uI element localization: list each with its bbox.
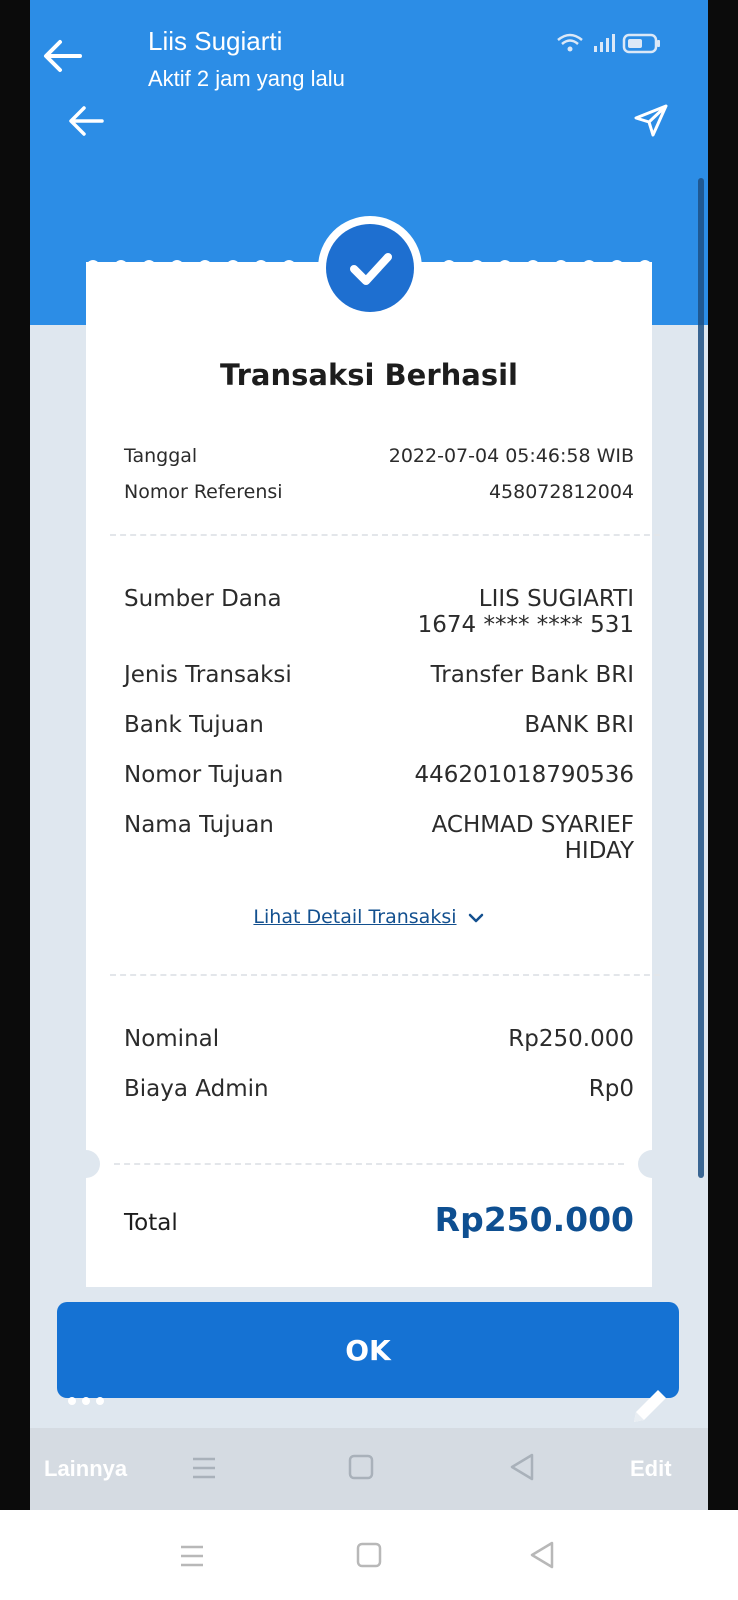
date-row: Tanggal 2022-07-04 05:46:58 WIB: [124, 445, 634, 467]
bank-value: BANK BRI: [524, 712, 634, 738]
source-value: LIIS SUGIARTI 1674 **** **** 531: [418, 586, 634, 638]
recipient-name-line1: ACHMAD SYARIEF: [431, 812, 634, 838]
card-notch: [72, 1150, 100, 1178]
reference-label: Nomor Referensi: [124, 481, 283, 503]
admin-fee-value: Rp0: [588, 1076, 634, 1102]
back-arrow-icon[interactable]: [66, 102, 106, 140]
date-label: Tanggal: [124, 445, 198, 467]
recipient-name-line2: HIDAY: [564, 838, 634, 864]
receipt-title: Transaksi Berhasil: [220, 358, 518, 392]
admin-fee-label: Biaya Admin: [124, 1076, 269, 1102]
source-row: Sumber Dana LIIS SUGIARTI 1674 **** ****…: [124, 586, 634, 638]
pencil-icon[interactable]: [626, 1384, 672, 1430]
home-icon[interactable]: [356, 1542, 382, 1568]
wifi-icon: [557, 33, 583, 52]
source-account: 1674 **** **** 531: [417, 612, 634, 638]
divider: [110, 534, 660, 536]
recipient-value: ACHMAD SYARIEF HIDAY: [432, 812, 634, 864]
scrollbar[interactable]: [698, 178, 704, 1178]
detail-link-label[interactable]: Lihat Detail Transaksi: [253, 906, 456, 928]
menu-icon[interactable]: [190, 1454, 218, 1482]
divider: [114, 1163, 624, 1165]
source-name: LIIS SUGIARTI: [478, 586, 634, 612]
home-icon[interactable]: [348, 1454, 374, 1480]
signal-icon: [594, 34, 615, 52]
reference-row: Nomor Referensi 458072812004: [124, 481, 634, 503]
back-triangle-icon[interactable]: [528, 1540, 556, 1570]
nominal-value: Rp250.000: [508, 1026, 634, 1052]
contact-name: Liis Sugiarti: [148, 26, 283, 56]
divider: [110, 974, 660, 976]
total-label: Total: [124, 1210, 178, 1236]
card-notch: [638, 1150, 666, 1178]
menu-icon[interactable]: [178, 1542, 206, 1570]
nominal-row: Nominal Rp250.000: [124, 1026, 634, 1052]
check-icon: [350, 253, 392, 285]
type-label: Jenis Transaksi: [124, 662, 292, 688]
battery-icon: [622, 33, 660, 54]
bank-row: Bank Tujuan BANK BRI: [124, 712, 634, 738]
edit-button[interactable]: Edit: [630, 1456, 672, 1482]
account-number-label: Nomor Tujuan: [124, 762, 284, 788]
date-value: 2022-07-04 05:46:58 WIB: [388, 445, 634, 467]
type-value: Transfer Bank BRI: [430, 662, 634, 688]
bank-label: Bank Tujuan: [124, 712, 264, 738]
nominal-label: Nominal: [124, 1026, 220, 1052]
recipient-row: Nama Tujuan ACHMAD SYARIEF HIDAY: [124, 812, 634, 864]
more-button[interactable]: Lainnya: [44, 1456, 127, 1482]
back-arrow-icon[interactable]: [40, 36, 84, 76]
more-dots-icon[interactable]: [66, 1392, 110, 1410]
account-number-row: Nomor Tujuan 446201018790536: [124, 762, 634, 788]
status-bar-icons: [557, 33, 660, 54]
success-badge-inner: [326, 224, 414, 312]
contact-status: Aktif 2 jam yang lalu: [148, 66, 345, 91]
admin-fee-row: Biaya Admin Rp0: [124, 1076, 634, 1102]
left-border: [0, 0, 30, 1510]
account-number-value: 446201018790536: [414, 762, 635, 788]
success-badge: [318, 216, 422, 320]
ok-button[interactable]: OK: [57, 1302, 679, 1398]
detail-link[interactable]: Lihat Detail Transaksi: [86, 906, 652, 928]
back-triangle-icon[interactable]: [508, 1452, 536, 1482]
recipient-label: Nama Tujuan: [124, 812, 274, 838]
total-value: Rp250.000: [434, 1200, 634, 1239]
right-border: [708, 0, 738, 1510]
chevron-down-icon[interactable]: [467, 911, 485, 925]
image-viewer: Liis Sugiarti Aktif 2 jam yang lalu Tran…: [30, 0, 708, 1510]
type-row: Jenis Transaksi Transfer Bank BRI: [124, 662, 634, 688]
reference-value: 458072812004: [488, 481, 634, 503]
send-icon[interactable]: [632, 100, 672, 140]
source-label: Sumber Dana: [124, 586, 282, 612]
